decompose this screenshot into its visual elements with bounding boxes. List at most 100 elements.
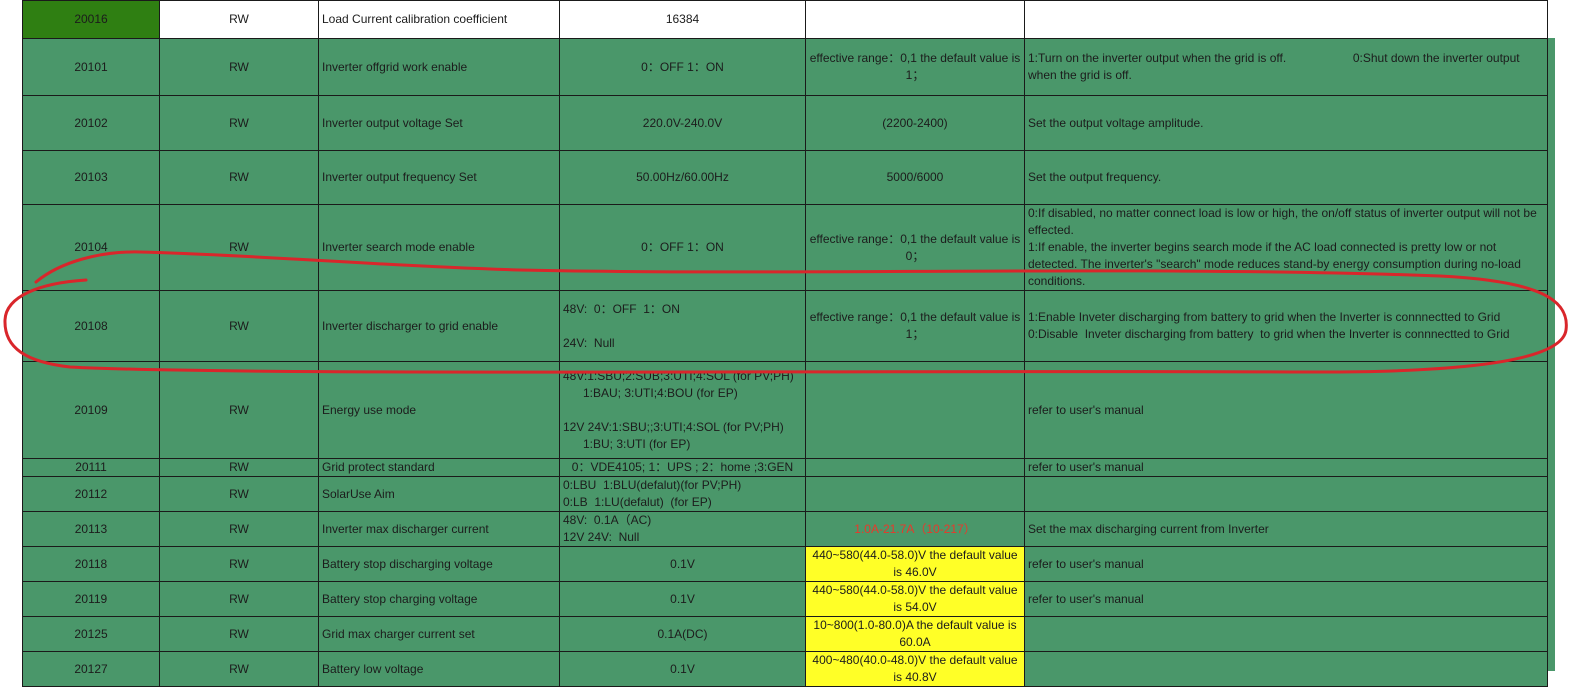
cell-access[interactable]: RW [159,290,319,362]
table-row: 20108 RW Inverter discharger to grid ena… [22,290,1548,362]
cell-address[interactable]: 20118 [22,546,160,582]
cell-description[interactable] [1024,616,1548,652]
cell-description[interactable]: refer to user's manual [1024,361,1548,459]
cell-unit[interactable]: 0：VDE4105; 1：UPS ; 2：home ;3:GEN [559,458,806,477]
cell-unit[interactable]: 0.1A(DC) [559,616,806,652]
cell-range[interactable] [805,0,1025,39]
cell-description[interactable]: Set the max discharging current from Inv… [1024,511,1548,547]
cell-name[interactable]: Grid max charger current set [318,616,560,652]
cell-description[interactable] [1024,0,1548,39]
table-row: 20118 RW Battery stop discharging voltag… [22,546,1548,582]
cell-address[interactable]: 20104 [22,204,160,291]
cell-address[interactable]: 20101 [22,38,160,96]
cell-address[interactable]: 20111 [22,458,160,477]
cell-access[interactable]: RW [159,204,319,291]
register-table: 20016 RW Load Current calibration coeffi… [22,0,1548,687]
cell-description[interactable]: Set the output frequency. [1024,150,1548,205]
table-row: 20103 RW Inverter output frequency Set 5… [22,150,1548,205]
cell-name[interactable]: SolarUse Aim [318,476,560,512]
table-row: 20101 RW Inverter offgrid work enable 0：… [22,38,1548,96]
table-row: 20104 RW Inverter search mode enable 0：O… [22,204,1548,291]
cell-access[interactable]: RW [159,581,319,617]
cell-name[interactable]: Energy use mode [318,361,560,459]
cell-name[interactable]: Battery stop discharging voltage [318,546,560,582]
cell-range[interactable]: effective range：0,1 the default value is… [805,204,1025,291]
cell-address[interactable]: 20127 [22,651,160,687]
cell-range[interactable]: 1.0A-21.7A（10-217） [805,511,1025,547]
cell-unit[interactable]: 48V:1:SBU;2:SUB;3:UTI;4:SOL (for PV;PH) … [559,361,806,459]
cell-name[interactable]: Inverter offgrid work enable [318,38,560,96]
cell-unit[interactable]: 0：OFF 1：ON [559,204,806,291]
cell-access[interactable]: RW [159,616,319,652]
cell-access[interactable]: RW [159,361,319,459]
cell-description[interactable]: 0:If disabled, no matter connect load is… [1024,204,1548,291]
cell-unit[interactable]: 16384 [559,0,806,39]
cell-address[interactable]: 20108 [22,290,160,362]
cell-address[interactable]: 20109 [22,361,160,459]
cell-name[interactable]: Inverter max discharger current [318,511,560,547]
cell-unit[interactable]: 0.1V [559,546,806,582]
cell-access[interactable]: RW [159,546,319,582]
table-row: 20127 RW Battery low voltage 0.1V 400~48… [22,651,1548,687]
cell-address[interactable]: 20103 [22,150,160,205]
cell-name[interactable]: Grid protect standard [318,458,560,477]
cell-address[interactable]: 20113 [22,511,160,547]
cell-access[interactable]: RW [159,511,319,547]
spreadsheet-view: 20016 RW Load Current calibration coeffi… [0,0,1579,687]
cell-unit[interactable]: 48V: 0：OFF 1：ON 24V: Null [559,290,806,362]
cell-unit[interactable]: 0:LBU 1:BLU(defalut)(for PV;PH) 0:LB 1:L… [559,476,806,512]
cell-unit[interactable]: 0.1V [559,581,806,617]
table-row: 20119 RW Battery stop charging voltage 0… [22,581,1548,617]
cell-range[interactable]: effective range：0,1 the default value is… [805,38,1025,96]
cell-address[interactable]: 20112 [22,476,160,512]
cell-address[interactable]: 20016 [22,0,160,39]
table-row: 20111 RW Grid protect standard 0：VDE4105… [22,458,1548,477]
cell-description[interactable] [1024,651,1548,687]
cell-range[interactable]: effective range：0,1 the default value is… [805,290,1025,362]
cell-description[interactable]: 1:Turn on the inverter output when the g… [1024,38,1548,96]
cell-unit[interactable]: 48V: 0.1A（AC) 12V 24V: Null [559,511,806,547]
cell-description[interactable]: refer to user's manual [1024,458,1548,477]
cell-address[interactable]: 20125 [22,616,160,652]
cell-address[interactable]: 20119 [22,581,160,617]
cell-name[interactable]: Inverter search mode enable [318,204,560,291]
cell-range[interactable]: 400~480(40.0-48.0)V the default value is… [805,651,1025,687]
cell-name[interactable]: Load Current calibration coefficient [318,0,560,39]
cell-access[interactable]: RW [159,0,319,39]
table-row: 20112 RW SolarUse Aim 0:LBU 1:BLU(defalu… [22,476,1548,512]
cell-access[interactable]: RW [159,651,319,687]
cell-description[interactable] [1024,476,1548,512]
cell-access[interactable]: RW [159,38,319,96]
cell-access[interactable]: RW [159,458,319,477]
cell-access[interactable]: RW [159,150,319,205]
cell-range[interactable]: 5000/6000 [805,150,1025,205]
cell-name[interactable]: Battery low voltage [318,651,560,687]
cell-range[interactable]: 440~580(44.0-58.0)V the default value is… [805,581,1025,617]
cell-unit[interactable]: 50.00Hz/60.00Hz [559,150,806,205]
cell-range[interactable]: 10~800(1.0-80.0)A the default value is 6… [805,616,1025,652]
table-row: 20102 RW Inverter output voltage Set 220… [22,95,1548,151]
cell-description[interactable]: refer to user's manual [1024,546,1548,582]
cell-unit[interactable]: 0：OFF 1：ON [559,38,806,96]
cell-description[interactable]: Set the output voltage amplitude. [1024,95,1548,151]
table-row: 20109 RW Energy use mode 48V:1:SBU;2:SUB… [22,361,1548,459]
table-row: 20113 RW Inverter max discharger current… [22,511,1548,547]
cell-range[interactable]: 440~580(44.0-58.0)V the default value is… [805,546,1025,582]
cell-access[interactable]: RW [159,95,319,151]
cell-unit[interactable]: 0.1V [559,651,806,687]
cell-unit[interactable]: 220.0V-240.0V [559,95,806,151]
cell-name[interactable]: Inverter discharger to grid enable [318,290,560,362]
cell-range[interactable] [805,476,1025,512]
cell-name[interactable]: Battery stop charging voltage [318,581,560,617]
cell-range[interactable] [805,458,1025,477]
cell-description[interactable]: 1:Enable Inveter discharging from batter… [1024,290,1548,362]
cell-name[interactable]: Inverter output frequency Set [318,150,560,205]
cell-description[interactable]: refer to user's manual [1024,581,1548,617]
cell-range[interactable]: (2200-2400) [805,95,1025,151]
table-row: 20125 RW Grid max charger current set 0.… [22,616,1548,652]
table-row: 20016 RW Load Current calibration coeffi… [22,0,1548,39]
cell-range[interactable] [805,361,1025,459]
cell-access[interactable]: RW [159,476,319,512]
cell-address[interactable]: 20102 [22,95,160,151]
cell-name[interactable]: Inverter output voltage Set [318,95,560,151]
